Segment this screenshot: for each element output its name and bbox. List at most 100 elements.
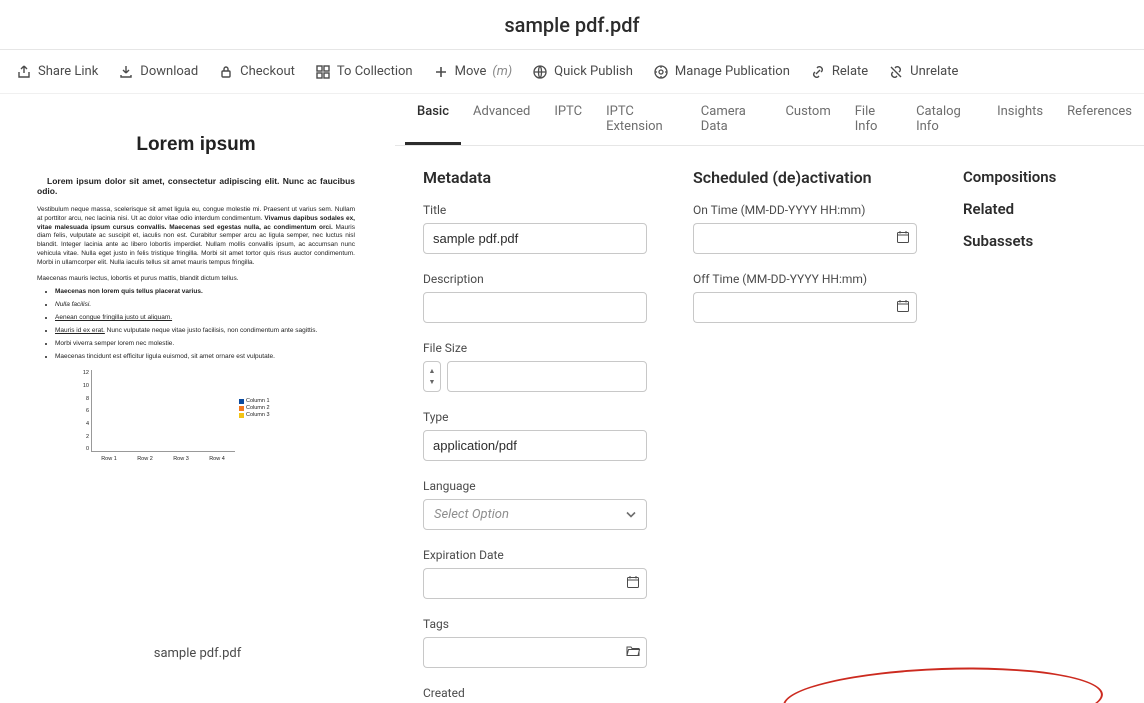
filesize-label: File Size bbox=[423, 341, 647, 355]
language-placeholder: Select Option bbox=[434, 507, 509, 522]
toolbar-move[interactable]: Move (m) bbox=[425, 58, 521, 86]
metadata-column: Metadata Title Description File Size ▲ ▼ bbox=[423, 168, 647, 681]
link-related[interactable]: Related bbox=[963, 200, 1093, 218]
ontime-calendar-button[interactable] bbox=[891, 223, 917, 254]
toolbar-shortcut: (m) bbox=[492, 64, 512, 79]
chevron-down-icon[interactable]: ▼ bbox=[429, 377, 436, 388]
tab-custom[interactable]: Custom bbox=[773, 94, 842, 145]
field-description: Description bbox=[423, 272, 647, 323]
field-filesize: File Size ▲ ▼ bbox=[423, 341, 647, 392]
pdf-preview: Lorem ipsum Lorem ipsum dolor sit amet, … bbox=[15, 106, 377, 632]
preview-caption: sample pdf.pdf bbox=[15, 646, 380, 661]
field-ontime: On Time (MM-DD-YYYY HH:mm) bbox=[693, 203, 917, 254]
tab-catalog-info[interactable]: Catalog Info bbox=[904, 94, 985, 145]
field-type: Type bbox=[423, 410, 647, 461]
chevron-up-icon[interactable]: ▲ bbox=[429, 366, 436, 377]
link-compositions[interactable]: Compositions bbox=[963, 168, 1093, 186]
toolbar-manage-publication[interactable]: Manage Publication bbox=[645, 58, 798, 86]
toolbar-label: Download bbox=[140, 64, 198, 79]
doc-title: Lorem ipsum bbox=[37, 134, 355, 156]
chart-yaxis: 121086420 bbox=[77, 370, 89, 452]
toolbar-label: To Collection bbox=[337, 64, 413, 79]
tab-insights[interactable]: Insights bbox=[985, 94, 1055, 145]
lock-icon bbox=[218, 64, 234, 80]
globe-icon bbox=[532, 64, 548, 80]
tags-label: Tags bbox=[423, 617, 647, 631]
language-select[interactable]: Select Option bbox=[423, 499, 647, 530]
title-label: Title bbox=[423, 203, 647, 217]
toolbar-label: Unrelate bbox=[910, 64, 958, 79]
list-item: Maecenas non lorem quis tellus placerat … bbox=[55, 288, 355, 295]
toolbar: Share Link Download Checkout To Collection M… bbox=[0, 50, 1144, 94]
toolbar-relate[interactable]: Relate bbox=[802, 58, 876, 86]
doc-para: Vestibulum neque massa, scelerisque sit … bbox=[37, 206, 355, 267]
expiration-label: Expiration Date bbox=[423, 548, 647, 562]
unlink-icon bbox=[888, 64, 904, 80]
tags-input[interactable] bbox=[423, 637, 621, 668]
calendar-icon bbox=[896, 298, 910, 317]
tags-browse-button[interactable] bbox=[621, 637, 647, 668]
doc-lead: Lorem ipsum dolor sit amet, consectetur … bbox=[37, 176, 355, 196]
ontime-label: On Time (MM-DD-YYYY HH:mm) bbox=[693, 203, 917, 217]
page-title: sample pdf.pdf bbox=[504, 13, 639, 37]
scheduled-heading: Scheduled (de)activation bbox=[693, 168, 917, 187]
preview-panel: Lorem ipsum Lorem ipsum dolor sit amet, … bbox=[0, 94, 395, 703]
offtime-calendar-button[interactable] bbox=[891, 292, 917, 323]
doc-chart: 121086420 Row 1Row 2Row 3Row 4 Column 1C… bbox=[77, 370, 297, 470]
type-input[interactable] bbox=[423, 430, 647, 461]
language-label: Language bbox=[423, 479, 647, 493]
chart-xaxis: Row 1Row 2Row 3Row 4 bbox=[91, 456, 235, 470]
chart-legend: Column 1Column 2Column 3 bbox=[239, 398, 297, 419]
main: Lorem ipsum Lorem ipsum dolor sit amet, … bbox=[0, 94, 1144, 703]
link-subassets[interactable]: Subassets bbox=[963, 232, 1093, 250]
collection-icon bbox=[315, 64, 331, 80]
type-label: Type bbox=[423, 410, 647, 424]
tab-advanced[interactable]: Advanced bbox=[461, 94, 542, 145]
description-label: Description bbox=[423, 272, 647, 286]
created-label: Created bbox=[423, 686, 647, 700]
scheduled-column: Scheduled (de)activation On Time (MM-DD-… bbox=[693, 168, 917, 681]
tab-file-info[interactable]: File Info bbox=[843, 94, 904, 145]
folder-open-icon bbox=[626, 643, 641, 662]
ontime-input[interactable] bbox=[693, 223, 891, 254]
link-icon bbox=[810, 64, 826, 80]
toolbar-quick-publish[interactable]: Quick Publish bbox=[524, 58, 641, 86]
offtime-label: Off Time (MM-DD-YYYY HH:mm) bbox=[693, 272, 917, 286]
list-item: Mauris id ex erat. Nunc vulputate neque … bbox=[55, 327, 355, 334]
title-input[interactable] bbox=[423, 223, 647, 254]
toolbar-label: Checkout bbox=[240, 64, 295, 79]
toolbar-share-link[interactable]: Share Link bbox=[8, 58, 106, 86]
title-bar: sample pdf.pdf bbox=[0, 0, 1144, 50]
tab-basic[interactable]: Basic bbox=[405, 94, 461, 145]
field-tags: Tags bbox=[423, 617, 647, 668]
toolbar-checkout[interactable]: Checkout bbox=[210, 58, 303, 86]
toolbar-download[interactable]: Download bbox=[110, 58, 206, 86]
filesize-stepper[interactable]: ▲ ▼ bbox=[423, 361, 441, 392]
expiration-input[interactable] bbox=[423, 568, 621, 599]
metadata-heading: Metadata bbox=[423, 168, 647, 187]
doc-line: Maecenas mauris lectus, lobortis et puru… bbox=[37, 275, 355, 282]
list-item: Nulla facilisi. bbox=[55, 301, 355, 308]
offtime-input[interactable] bbox=[693, 292, 891, 323]
tab-camera-data[interactable]: Camera Data bbox=[689, 94, 774, 145]
toolbar-label: Manage Publication bbox=[675, 64, 790, 79]
chart-plot bbox=[91, 370, 235, 452]
calendar-icon bbox=[896, 229, 910, 248]
filesize-input[interactable] bbox=[447, 361, 647, 392]
toolbar-to-collection[interactable]: To Collection bbox=[307, 58, 421, 86]
share-icon bbox=[16, 64, 32, 80]
field-title: Title bbox=[423, 203, 647, 254]
tab-iptc-extension[interactable]: IPTC Extension bbox=[594, 94, 689, 145]
tabs: BasicAdvancedIPTCIPTC ExtensionCamera Da… bbox=[395, 94, 1144, 146]
doc-bullets: Maecenas non lorem quis tellus placerat … bbox=[55, 288, 355, 360]
tab-content: Metadata Title Description File Size ▲ ▼ bbox=[395, 146, 1144, 703]
manage-icon bbox=[653, 64, 669, 80]
tab-iptc[interactable]: IPTC bbox=[542, 94, 594, 145]
list-item: Maecenas tincidunt est efficitur ligula … bbox=[55, 353, 355, 360]
tab-references[interactable]: References bbox=[1055, 94, 1144, 145]
toolbar-unrelate[interactable]: Unrelate bbox=[880, 58, 966, 86]
field-created: Created bbox=[423, 686, 647, 703]
description-input[interactable] bbox=[423, 292, 647, 323]
expiration-calendar-button[interactable] bbox=[621, 568, 647, 599]
toolbar-label: Relate bbox=[832, 64, 868, 79]
